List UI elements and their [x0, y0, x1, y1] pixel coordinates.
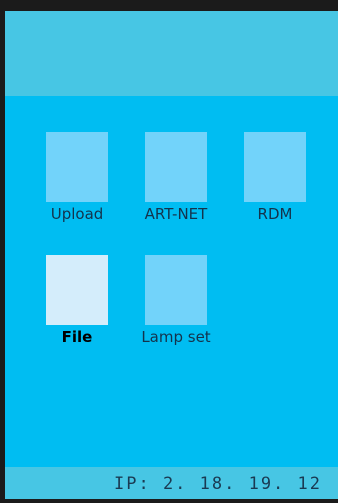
menu-item-label: File	[61, 328, 93, 346]
device-frame: Upload ART-NET RDM File Lamp set IP: 2. …	[0, 0, 338, 503]
menu-item-upload[interactable]: Upload	[32, 132, 122, 232]
screen: Upload ART-NET RDM File Lamp set IP: 2. …	[5, 11, 338, 499]
upload-icon	[46, 132, 108, 202]
header-bar	[5, 11, 338, 96]
status-bar: IP: 2. 18. 19. 12	[5, 467, 338, 499]
lamp-set-icon	[145, 255, 207, 325]
menu-item-label: RDM	[257, 205, 293, 223]
menu-item-label: ART-NET	[144, 205, 208, 223]
menu-item-label: Lamp set	[141, 328, 211, 346]
menu-item-file[interactable]: File	[32, 255, 122, 355]
menu-item-rdm[interactable]: RDM	[230, 132, 320, 232]
menu-item-lamp-set[interactable]: Lamp set	[131, 255, 221, 355]
menu-item-label: Upload	[50, 205, 104, 223]
file-icon	[46, 255, 108, 325]
rdm-icon	[244, 132, 306, 202]
ip-address: IP: 2. 18. 19. 12	[114, 474, 322, 494]
artnet-icon	[145, 132, 207, 202]
menu-item-artnet[interactable]: ART-NET	[131, 132, 221, 232]
